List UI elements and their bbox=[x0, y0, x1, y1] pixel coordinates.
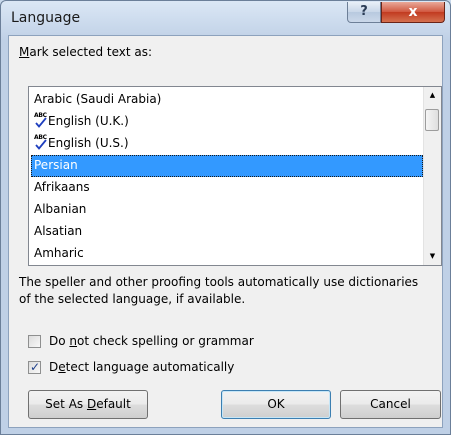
language-dialog: Language ? x Mark selected text as: Arab… bbox=[0, 0, 451, 435]
do-not-check-spelling-label: Do not check spelling or grammar bbox=[49, 334, 254, 348]
dialog-title: Language bbox=[11, 10, 81, 26]
do-not-check-spelling-checkbox[interactable] bbox=[28, 335, 41, 348]
language-list-item[interactable]: Amharic bbox=[31, 243, 423, 265]
ok-button[interactable]: OK bbox=[221, 390, 331, 419]
language-listbox[interactable]: Arabic (Saudi Arabia) ABC English (U.K.) AB… bbox=[28, 86, 442, 266]
language-name: Persian bbox=[34, 158, 78, 172]
scroll-thumb[interactable] bbox=[425, 109, 439, 131]
proofing-info-text: The speller and other proofing tools aut… bbox=[19, 275, 419, 306]
help-icon: ? bbox=[360, 4, 368, 19]
detect-language-label: Detect language automatically bbox=[49, 360, 235, 374]
spellcheck-icon: ABC bbox=[34, 134, 47, 150]
listbox-scrollbar[interactable]: ▲ ▼ bbox=[423, 87, 441, 265]
language-list-item[interactable]: Persian bbox=[31, 155, 423, 177]
language-list: Arabic (Saudi Arabia) ABC English (U.K.) AB… bbox=[31, 89, 423, 265]
scroll-up-arrow-icon[interactable]: ▲ bbox=[424, 87, 441, 104]
help-button[interactable]: ? bbox=[347, 2, 381, 23]
language-list-item[interactable]: Albanian bbox=[31, 199, 423, 221]
language-list-item[interactable]: ABC English (U.S.) bbox=[31, 133, 423, 155]
language-list-item[interactable]: Afrikaans bbox=[31, 177, 423, 199]
language-name: Arabic (Saudi Arabia) bbox=[34, 92, 162, 106]
language-list-item[interactable]: Arabic (Saudi Arabia) bbox=[31, 89, 423, 111]
language-name: English (U.S.) bbox=[48, 136, 129, 150]
language-name: Afrikaans bbox=[34, 180, 90, 194]
spellcheck-icon: ABC bbox=[34, 112, 47, 128]
close-button[interactable]: x bbox=[381, 2, 445, 23]
language-name: Amharic bbox=[34, 246, 84, 260]
close-icon: x bbox=[408, 4, 418, 20]
title-bar[interactable]: Language ? x bbox=[1, 1, 450, 35]
language-list-item[interactable]: ABC English (U.K.) bbox=[31, 111, 423, 133]
scroll-down-arrow-icon[interactable]: ▼ bbox=[424, 248, 441, 265]
set-as-default-button[interactable]: Set As Default bbox=[28, 390, 148, 419]
language-list-item[interactable]: Alsatian bbox=[31, 221, 423, 243]
language-name: Albanian bbox=[34, 202, 87, 216]
checkmark-icon: ✓ bbox=[30, 360, 41, 374]
cancel-button[interactable]: Cancel bbox=[340, 390, 441, 419]
language-name: Alsatian bbox=[34, 224, 83, 238]
language-name: English (U.K.) bbox=[48, 114, 129, 128]
detect-language-checkbox[interactable]: ✓ bbox=[28, 360, 41, 374]
mark-selected-text-label: Mark selected text as: bbox=[19, 45, 153, 59]
